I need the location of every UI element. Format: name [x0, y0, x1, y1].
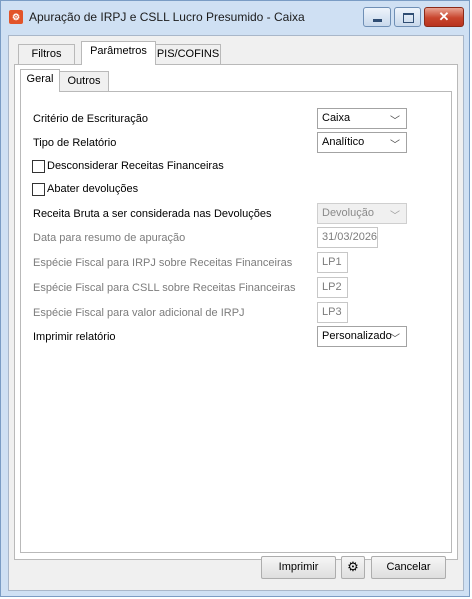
especie-adicional-value: LP3	[322, 306, 342, 318]
especie-adicional-label: Espécie Fiscal para valor adicional de I…	[33, 307, 245, 319]
tab-geral[interactable]: Geral	[20, 69, 60, 92]
chevron-down-icon: ﹀	[390, 334, 400, 345]
desconsiderar-checkbox[interactable]	[32, 160, 45, 173]
chevron-down-icon: ﹀	[390, 140, 400, 151]
imprimir-relatorio-label: Imprimir relatório	[33, 331, 116, 343]
especie-irpj-field[interactable]: LP1	[317, 252, 348, 273]
maximize-icon	[403, 13, 414, 23]
parametros-panel: Geral Outros Critério de Escrituração Ca…	[14, 64, 458, 560]
maximize-button[interactable]	[394, 7, 421, 27]
tab-pis-cofins[interactable]: PIS/COFINS	[155, 44, 221, 64]
window-title: Apuração de IRPJ e CSLL Lucro Presumido …	[29, 10, 305, 24]
data-resumo-value: 31/03/2026	[322, 231, 378, 243]
tipo-relatorio-value: Analítico	[322, 136, 365, 148]
especie-csll-label: Espécie Fiscal para CSLL sobre Receitas …	[33, 282, 296, 294]
title-bar[interactable]: ⚙ Apuração de IRPJ e CSLL Lucro Presumid…	[1, 1, 469, 35]
dialog-client: Filtros Parâmetros PIS/COFINS Geral Outr…	[8, 35, 464, 591]
tab-filtros[interactable]: Filtros	[18, 44, 75, 64]
tab-outros[interactable]: Outros	[59, 71, 109, 91]
especie-adicional-field[interactable]: LP3	[317, 302, 348, 323]
especie-csll-value: LP2	[322, 281, 342, 293]
receita-bruta-value: Devolução	[322, 207, 374, 219]
cancelar-button[interactable]: Cancelar	[371, 556, 446, 579]
geral-panel: Critério de Escrituração Caixa ﹀ Tipo de…	[20, 91, 452, 553]
imprimir-relatorio-value: Personalizado	[322, 330, 392, 342]
minimize-button[interactable]	[363, 7, 391, 27]
receita-bruta-select[interactable]: Devolução ﹀	[317, 203, 407, 224]
data-resumo-label: Data para resumo de apuração	[33, 232, 186, 244]
app-icon: ⚙	[9, 10, 23, 24]
criterio-value: Caixa	[322, 112, 351, 124]
criterio-label: Critério de Escrituração	[33, 113, 148, 125]
gear-icon: ⚙	[347, 559, 359, 574]
close-button[interactable]: ✕	[424, 7, 464, 27]
abater-checkbox[interactable]	[32, 183, 45, 196]
receita-bruta-label: Receita Bruta a ser considerada nas Devo…	[33, 208, 272, 220]
criterio-select[interactable]: Caixa ﹀	[317, 108, 407, 129]
especie-csll-field[interactable]: LP2	[317, 277, 348, 298]
desconsiderar-label[interactable]: Desconsiderar Receitas Financeiras	[47, 160, 224, 172]
chevron-down-icon: ﹀	[390, 211, 400, 222]
tipo-relatorio-label: Tipo de Relatório	[33, 137, 117, 149]
dialog-window: ⚙ Apuração de IRPJ e CSLL Lucro Presumid…	[0, 0, 470, 597]
tab-parametros[interactable]: Parâmetros	[81, 41, 156, 65]
data-resumo-field[interactable]: 31/03/2026	[317, 227, 378, 248]
minimize-icon	[373, 19, 382, 22]
abater-label[interactable]: Abater devoluções	[47, 183, 138, 195]
tipo-relatorio-select[interactable]: Analítico ﹀	[317, 132, 407, 153]
close-icon: ✕	[438, 9, 450, 24]
imprimir-relatorio-select[interactable]: Personalizado ﹀	[317, 326, 407, 347]
chevron-down-icon: ﹀	[390, 116, 400, 127]
settings-button[interactable]: ⚙	[341, 556, 365, 579]
especie-irpj-value: LP1	[322, 256, 342, 268]
imprimir-button[interactable]: Imprimir	[261, 556, 336, 579]
especie-irpj-label: Espécie Fiscal para IRPJ sobre Receitas …	[33, 257, 293, 269]
